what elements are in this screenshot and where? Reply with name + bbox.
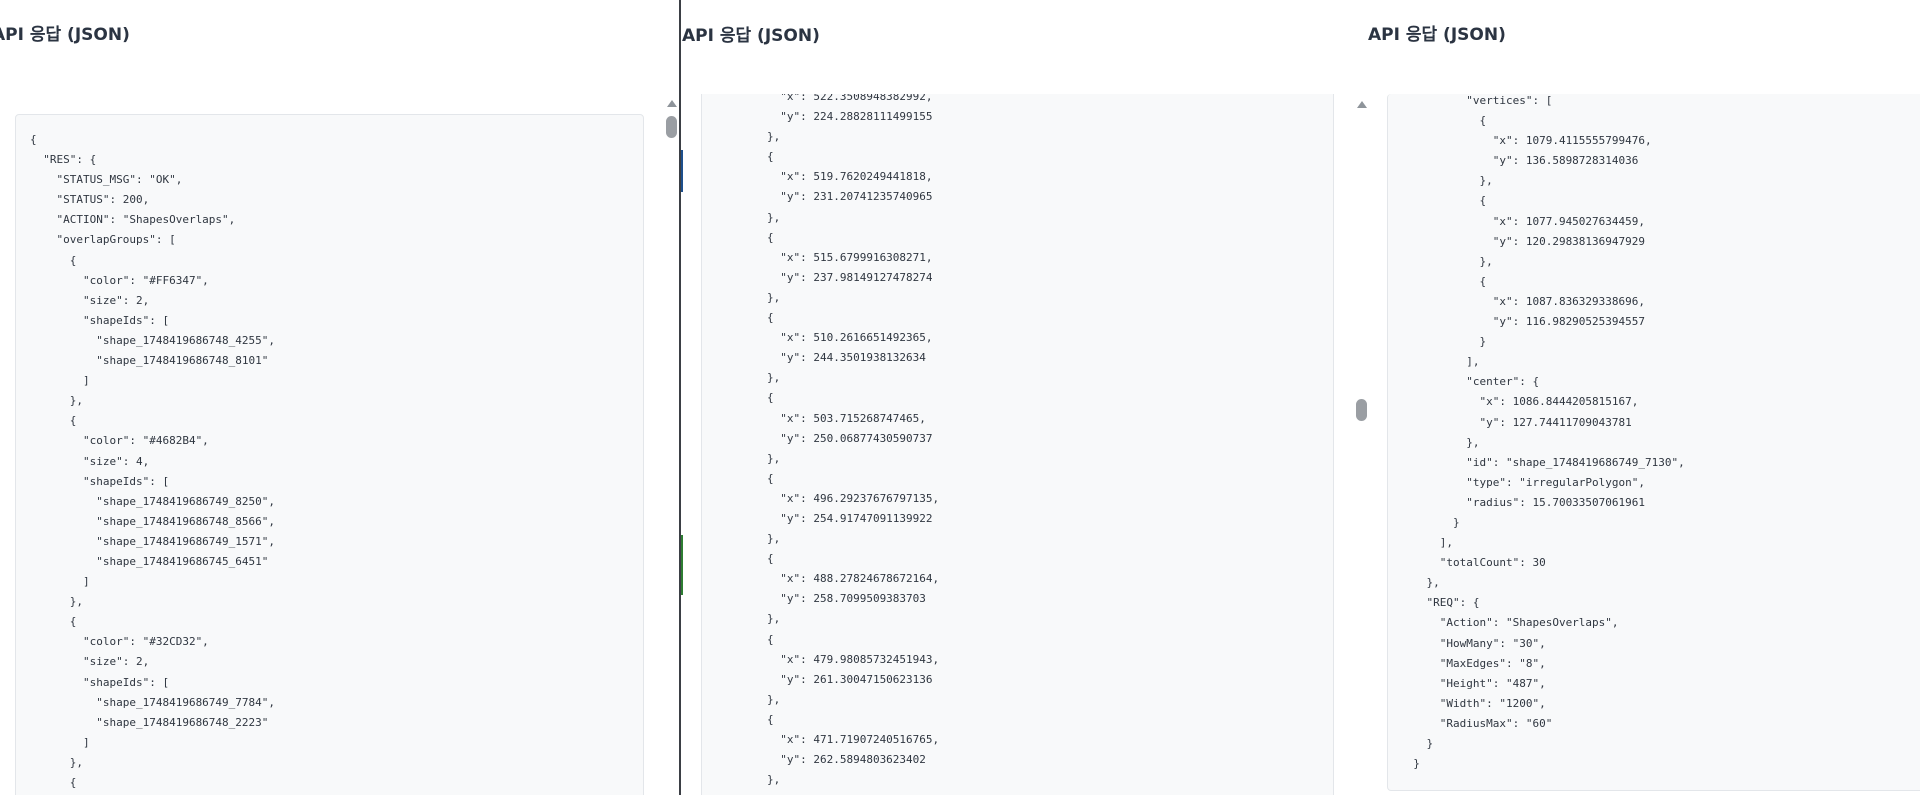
scroll-thumb[interactable]: [666, 116, 677, 138]
vertical-scrollbar[interactable]: [664, 96, 680, 796]
json-code-text: { "RES": { "STATUS_MSG": "OK", "STATUS":…: [30, 133, 276, 789]
panel-title: API 응답 (JSON): [682, 26, 820, 46]
json-code-text: "vertices": [ { "x": 1079.4115555799476,…: [1413, 94, 1685, 771]
json-response-panel-middle: API 응답 (JSON) "x": 522.3508948382992, "y…: [680, 0, 1354, 795]
vertical-scrollbar[interactable]: [1354, 96, 1370, 796]
window-divider: [679, 0, 681, 795]
scroll-thumb[interactable]: [1356, 399, 1367, 421]
scroll-up-arrow-icon[interactable]: [1357, 101, 1367, 108]
panel-title: API 응답 (JSON): [1368, 25, 1506, 45]
json-code-block[interactable]: "x": 522.3508948382992, "y": 224.2882811…: [701, 94, 1334, 795]
scroll-up-arrow-icon[interactable]: [667, 100, 677, 107]
json-response-panel-right: API 응답 (JSON) "vertices": [ { "x": 1079.…: [1354, 0, 1920, 795]
panel-title: API 응답 (JSON): [0, 25, 130, 45]
json-code-block[interactable]: "vertices": [ { "x": 1079.4115555799476,…: [1387, 94, 1920, 791]
json-code-block[interactable]: { "RES": { "STATUS_MSG": "OK", "STATUS":…: [15, 114, 644, 795]
json-code-text: "x": 522.3508948382992, "y": 224.2882811…: [766, 94, 940, 787]
json-response-panel-left: API 응답 (JSON) { "RES": { "STATUS_MSG": "…: [0, 0, 680, 795]
